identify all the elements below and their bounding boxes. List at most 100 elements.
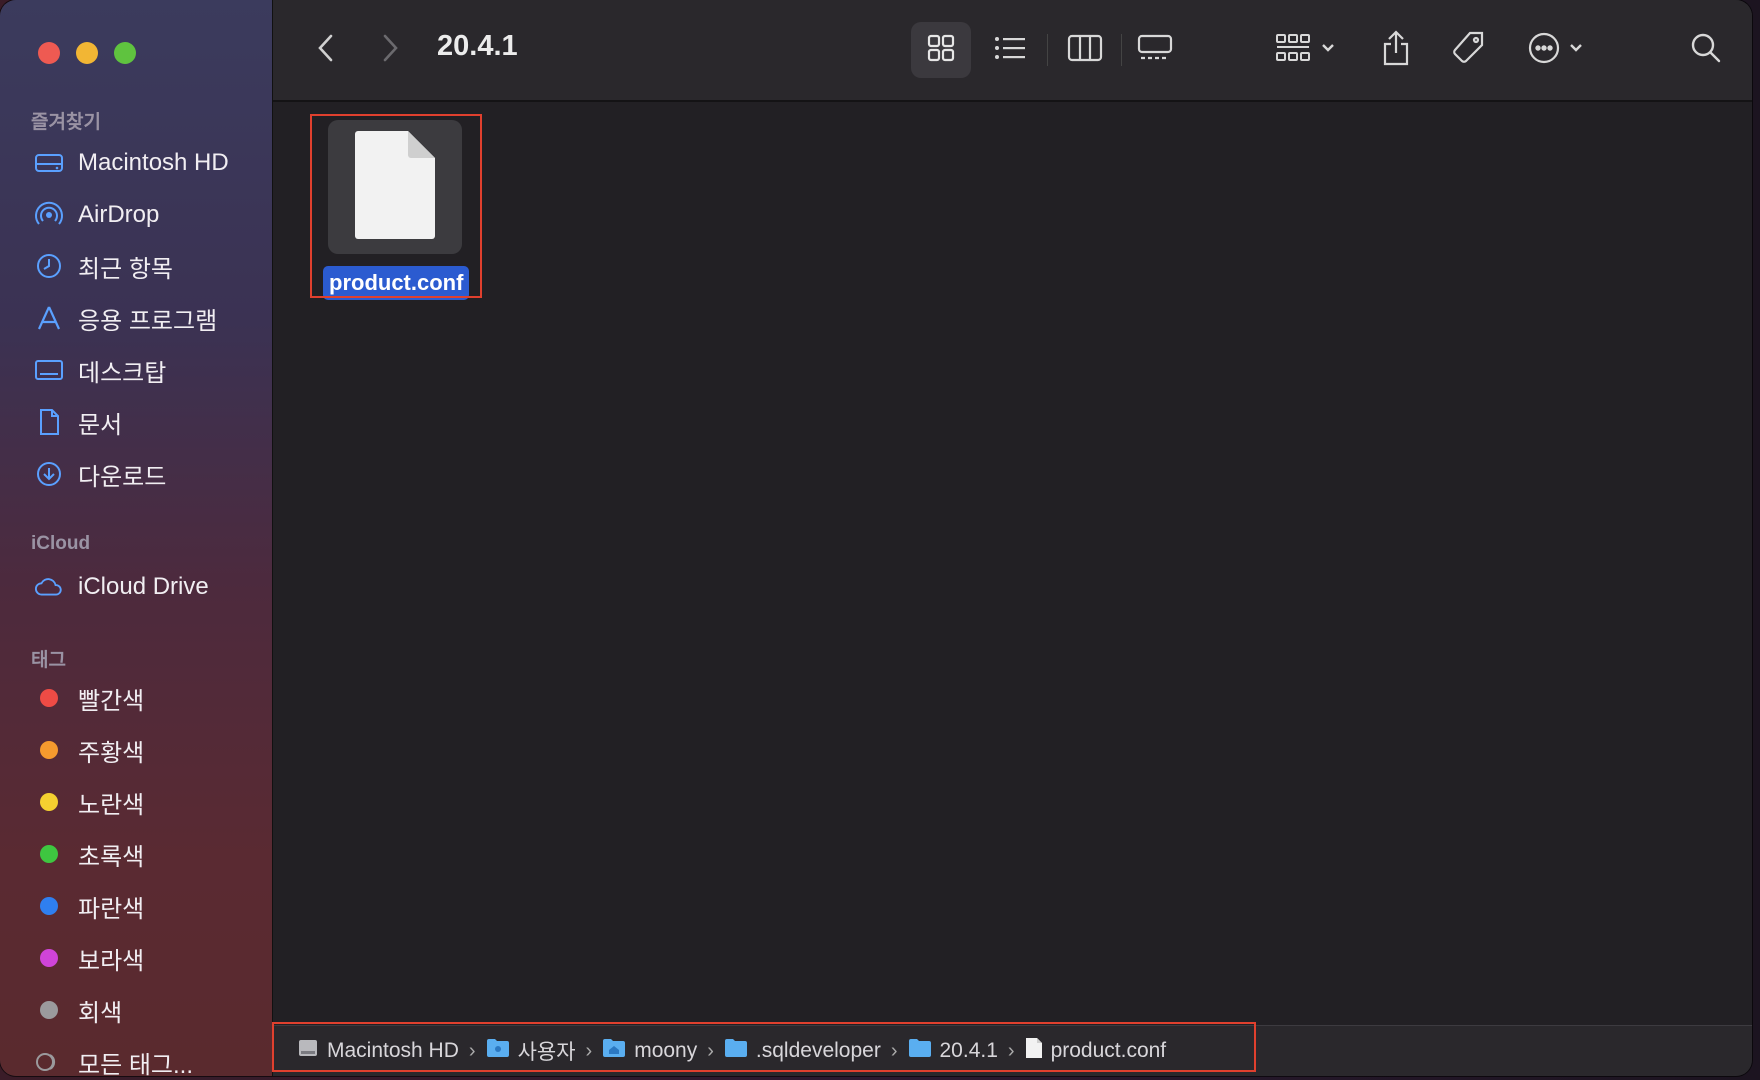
sidebar-item-label: 응용 프로그램 xyxy=(78,307,218,335)
forward-button[interactable] xyxy=(372,22,408,78)
sidebar-tag-gray[interactable]: 회색 xyxy=(34,990,122,1030)
folder-icon xyxy=(724,1038,748,1064)
file-icon xyxy=(1025,1037,1043,1065)
path-bar: Macintosh HD › 사용자 › moony › .sqldevelop… xyxy=(273,1025,1752,1076)
sidebar: 즐겨찾기 Macintosh HD AirDrop 최근 항목 응용 프로그램 xyxy=(0,0,273,1076)
applications-icon xyxy=(34,303,64,333)
chevron-right-icon: › xyxy=(707,1039,714,1062)
sidebar-item-desktop[interactable]: 데스크탑 xyxy=(34,350,166,390)
chevron-right-icon: › xyxy=(1007,1039,1015,1062)
path-crumb-product-conf[interactable]: product.conf xyxy=(1025,1037,1167,1065)
path-crumb-label: moony xyxy=(634,1039,698,1062)
minimize-window-button[interactable] xyxy=(76,42,98,64)
blue-tag-dot-icon xyxy=(40,897,58,915)
more-actions-button[interactable] xyxy=(1526,22,1594,78)
search-button[interactable] xyxy=(1686,22,1726,78)
column-view-button[interactable] xyxy=(1055,22,1115,78)
path-crumb-moony[interactable]: moony xyxy=(602,1038,697,1064)
hard-drive-icon xyxy=(297,1037,319,1065)
path-crumb-label: 사용자 xyxy=(517,1041,576,1064)
back-button[interactable] xyxy=(308,22,344,78)
desktop-icon xyxy=(34,355,64,385)
hard-drive-icon xyxy=(34,148,64,178)
finder-window: 즐겨찾기 Macintosh HD AirDrop 최근 항목 응용 프로그램 xyxy=(0,0,1752,1076)
all-tags-icon xyxy=(34,1047,64,1076)
group-icon xyxy=(1274,32,1340,69)
sidebar-item-label: 초록색 xyxy=(78,843,145,871)
tag-button[interactable] xyxy=(1446,22,1490,78)
icloud-header: iCloud xyxy=(31,533,91,554)
sidebar-item-label: 회색 xyxy=(78,999,123,1027)
sidebar-item-label: 주황색 xyxy=(78,739,145,767)
path-crumb-label: 20.4.1 xyxy=(939,1039,998,1062)
list-view-button[interactable] xyxy=(980,22,1040,78)
green-tag-dot-icon xyxy=(40,845,58,863)
sidebar-item-label: iCloud Drive xyxy=(78,573,209,600)
favorites-header: 즐겨찾기 xyxy=(31,112,101,133)
sidebar-all-tags[interactable]: 모든 태그... xyxy=(34,1042,193,1076)
maximize-window-button[interactable] xyxy=(114,42,136,64)
sidebar-item-macintosh-hd[interactable]: Macintosh HD xyxy=(34,143,229,183)
path-crumb-label: product.conf xyxy=(1050,1039,1167,1062)
sidebar-item-label: 파란색 xyxy=(78,895,145,923)
sidebar-item-recents[interactable]: 최근 항목 xyxy=(34,246,173,286)
close-window-button[interactable] xyxy=(38,42,60,64)
toolbar-divider xyxy=(1047,34,1048,66)
sidebar-tag-red[interactable]: 빨간색 xyxy=(34,678,144,718)
orange-tag-dot-icon xyxy=(40,741,58,759)
gallery-view-icon xyxy=(1137,34,1173,67)
search-icon xyxy=(1690,32,1722,69)
sidebar-item-label: 노란색 xyxy=(78,791,145,819)
sidebar-tag-yellow[interactable]: 노란색 xyxy=(34,782,144,822)
path-crumb-sqldeveloper[interactable]: .sqldeveloper xyxy=(724,1038,881,1064)
sidebar-item-downloads[interactable]: 다운로드 xyxy=(34,454,166,494)
path-crumb-20-4-1[interactable]: 20.4.1 xyxy=(908,1038,998,1064)
gray-tag-dot-icon xyxy=(40,1001,58,1019)
sidebar-item-label: AirDrop xyxy=(78,201,160,228)
share-icon xyxy=(1380,29,1412,72)
download-icon xyxy=(34,459,64,489)
purple-tag-dot-icon xyxy=(40,949,58,967)
home-folder-icon xyxy=(602,1038,626,1064)
sidebar-item-documents[interactable]: 문서 xyxy=(34,402,122,442)
sidebar-item-airdrop[interactable]: AirDrop xyxy=(34,195,159,235)
folder-icon xyxy=(908,1038,932,1064)
file-name-label[interactable]: product.conf xyxy=(323,266,470,300)
gallery-view-button[interactable] xyxy=(1125,22,1185,78)
sidebar-item-icloud-drive[interactable]: iCloud Drive xyxy=(34,567,209,607)
file-thumbnail[interactable] xyxy=(328,120,462,254)
column-view-icon xyxy=(1067,34,1103,67)
yellow-tag-dot-icon xyxy=(40,793,58,811)
toolbar-divider xyxy=(1121,34,1122,66)
sidebar-tag-purple[interactable]: 보라색 xyxy=(34,938,144,978)
tags-header: 태그 xyxy=(31,650,66,671)
sidebar-tag-green[interactable]: 초록색 xyxy=(34,834,144,874)
sidebar-item-label: 다운로드 xyxy=(78,463,167,491)
chevron-right-icon: › xyxy=(890,1039,898,1062)
folder-icon xyxy=(486,1038,510,1064)
sidebar-item-label: 최근 항목 xyxy=(78,255,173,283)
more-icon xyxy=(1527,31,1593,70)
path-crumb-label: Macintosh HD xyxy=(327,1039,459,1062)
path-crumb-macintosh-hd[interactable]: Macintosh HD xyxy=(297,1037,459,1065)
tag-icon xyxy=(1450,30,1486,71)
cloud-icon xyxy=(34,572,64,602)
sidebar-item-label: 보라색 xyxy=(78,947,145,975)
list-view-icon xyxy=(993,35,1027,66)
sidebar-item-label: 문서 xyxy=(78,411,123,439)
forward-icon xyxy=(380,32,400,69)
path-crumb-users[interactable]: 사용자 xyxy=(486,1036,576,1066)
file-browser-area[interactable]: product.conf xyxy=(273,102,1752,1024)
icon-view-button[interactable] xyxy=(911,22,971,78)
sidebar-item-label: 모든 태그... xyxy=(78,1051,193,1077)
icon-view-icon xyxy=(926,33,956,68)
sidebar-tag-orange[interactable]: 주황색 xyxy=(34,730,144,770)
sidebar-item-applications[interactable]: 응용 프로그램 xyxy=(34,298,217,338)
sidebar-tag-blue[interactable]: 파란색 xyxy=(34,886,144,926)
group-by-button[interactable] xyxy=(1270,22,1344,78)
sidebar-item-label: 데스크탑 xyxy=(78,359,167,387)
back-icon xyxy=(316,32,336,69)
chevron-right-icon: › xyxy=(468,1039,476,1062)
share-button[interactable] xyxy=(1376,22,1416,78)
window-title: 20.4.1 xyxy=(437,30,518,62)
